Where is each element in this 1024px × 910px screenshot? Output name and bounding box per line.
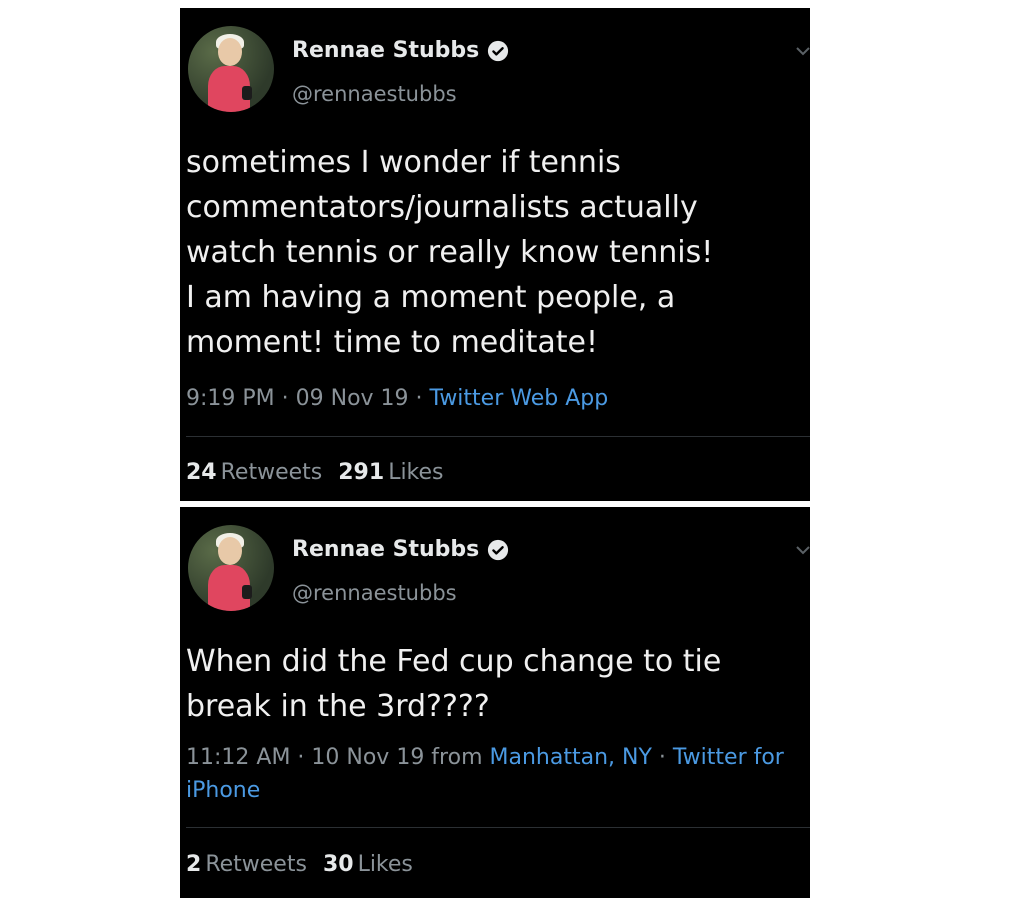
author-handle[interactable]: @rennaestubbs xyxy=(292,82,457,106)
avatar-microphone xyxy=(242,585,252,599)
avatar[interactable] xyxy=(188,26,274,112)
retweets-stat[interactable]: 24 Retweets xyxy=(186,460,322,485)
tweet-meta: 9:19 PM · 09 Nov 19 · Twitter Web App xyxy=(186,382,806,415)
tweet-card: Rennae Stubbs @rennaestubbs When did the… xyxy=(180,507,810,898)
author-name-row[interactable]: Rennae Stubbs xyxy=(292,38,509,63)
verified-badge-icon xyxy=(488,40,509,61)
tweet-text: When did the Fed cup change to tie break… xyxy=(186,644,722,724)
avatar-face xyxy=(218,537,242,565)
likes-label: Likes xyxy=(388,460,444,485)
tweet-source-link[interactable]: Twitter Web App xyxy=(430,386,609,411)
author-name[interactable]: Rennae Stubbs xyxy=(292,537,479,562)
meta-separator: · xyxy=(651,745,673,770)
chevron-down-icon[interactable] xyxy=(796,44,810,58)
author-name-row[interactable]: Rennae Stubbs xyxy=(292,537,509,562)
divider xyxy=(186,827,810,828)
tweet-stats: 2 Retweets 30 Likes xyxy=(186,852,413,877)
tweet-stats: 24 Retweets 291 Likes xyxy=(186,460,444,485)
likes-label: Likes xyxy=(357,852,413,877)
retweets-stat[interactable]: 2 Retweets xyxy=(186,852,307,877)
retweets-count: 2 xyxy=(186,852,202,877)
tweet-location-link[interactable]: Manhattan, NY xyxy=(490,745,652,770)
retweets-label: Retweets xyxy=(205,852,307,877)
tweet-meta: 11:12 AM · 10 Nov 19 from Manhattan, NY … xyxy=(186,741,806,807)
author-name[interactable]: Rennae Stubbs xyxy=(292,38,479,63)
likes-count: 291 xyxy=(338,460,385,485)
tweet-timestamp[interactable]: 11:12 AM · 10 Nov 19 from xyxy=(186,745,490,770)
tweet-timestamp[interactable]: 9:19 PM · 09 Nov 19 · xyxy=(186,386,430,411)
retweets-count: 24 xyxy=(186,460,217,485)
tweet-text: sometimes I wonder if tennis commentator… xyxy=(186,145,714,360)
chevron-down-icon[interactable] xyxy=(796,543,810,557)
avatar-face xyxy=(218,38,242,66)
retweets-label: Retweets xyxy=(220,460,323,485)
verified-badge-icon xyxy=(488,539,509,560)
likes-stat[interactable]: 291 Likes xyxy=(338,460,443,485)
avatar[interactable] xyxy=(188,525,274,611)
likes-stat[interactable]: 30 Likes xyxy=(323,852,413,877)
avatar-microphone xyxy=(242,86,252,100)
author-handle[interactable]: @rennaestubbs xyxy=(292,581,457,605)
tweet-card: Rennae Stubbs @rennaestubbs sometimes I … xyxy=(180,8,810,501)
likes-count: 30 xyxy=(322,852,354,877)
divider xyxy=(186,436,810,437)
